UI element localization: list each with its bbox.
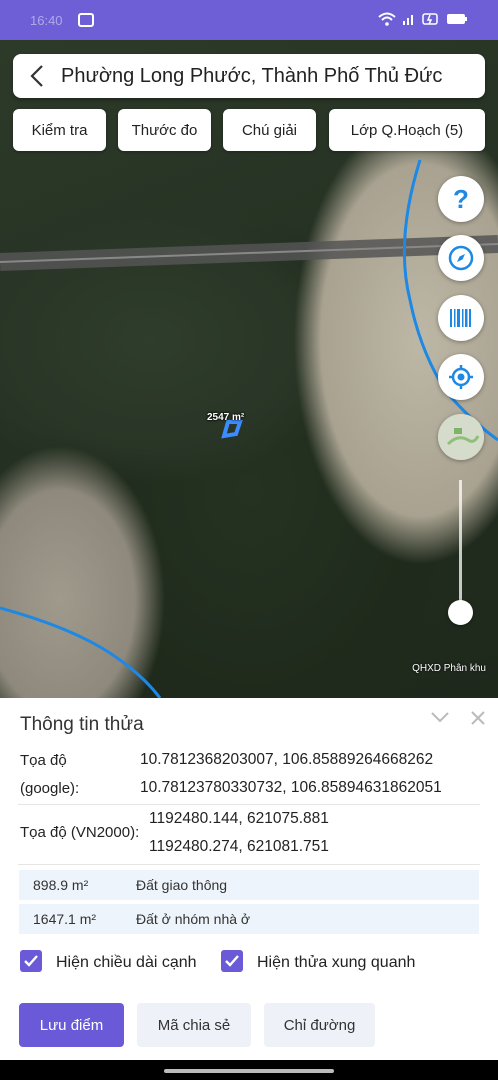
status-time: 16:40 [30,13,63,28]
show-neighbors-checkbox[interactable] [221,950,243,972]
my-location-button[interactable] [438,354,484,400]
vn2000-coord-value-1: 1192480.144, 621075.881 [149,810,329,827]
zoom-track [459,480,462,610]
help-icon: ? [453,183,469,214]
map-layer-icon [438,414,484,460]
google-coord-label-line1: Tọa độ [20,752,67,769]
compass-button[interactable] [438,235,484,281]
panel-title: Thông tin thửa [20,714,144,735]
collapse-chevron-icon[interactable] [430,710,450,724]
check-icon [24,955,38,967]
close-icon[interactable] [470,710,486,726]
location-header: Phường Long Phước, Thành Phố Thủ Đức [13,54,485,98]
help-button[interactable]: ? [438,176,484,222]
land-use-row: 898.9 m² Đất giao thông [19,870,479,900]
divider [18,864,480,865]
screenshot-icon [78,13,94,27]
land-use-type: Đất giao thông [136,877,228,893]
my-location-icon [449,365,473,389]
save-point-button[interactable]: Lưu điểm [19,1003,124,1047]
show-neighbors-label[interactable]: Hiện thửa xung quanh [257,954,415,972]
land-use-area: 898.9 m² [33,877,89,893]
land-use-row: 1647.1 m² Đất ở nhóm nhà ở [19,904,479,934]
divider [18,804,480,805]
planning-layers-button[interactable]: Lớp Q.Hoạch (5) [329,109,485,151]
battery-icon [447,14,467,24]
map-layer-label: QHXD Phân khu [412,663,486,674]
ruler-button[interactable]: Thước đo [118,109,211,151]
zoom-slider-thumb[interactable] [448,600,473,625]
google-coord-value-1: 10.7812368203007, 106.85889264668262 [140,751,434,768]
map-layer-button[interactable] [438,414,484,460]
charging-icon [422,13,438,25]
signal-icon [403,15,413,25]
show-edge-length-checkbox[interactable] [20,950,42,972]
vn2000-coord-label: Tọa độ (VN2000): [20,824,140,841]
home-gesture-handle[interactable] [164,1069,334,1073]
back-arrow-icon[interactable] [13,54,61,98]
google-coord-value-2: 10.78123780330732, 106.85894631862051 [140,779,442,796]
check-button[interactable]: Kiểm tra [13,109,106,151]
compass-icon [448,245,474,271]
show-edge-length-label[interactable]: Hiện chiều dài cạnh [56,954,197,972]
parcel-area-label: 2547 m² [207,412,245,423]
google-coord-label-line2: (google): [20,780,80,797]
barcode-button[interactable] [438,295,484,341]
directions-button[interactable]: Chỉ đường [264,1003,375,1047]
status-bar: 16:40 [0,0,498,40]
parcel-shape [221,420,243,439]
land-use-area: 1647.1 m² [33,911,97,927]
barcode-icon [450,309,471,327]
share-code-button[interactable]: Mã chia sẻ [137,1003,251,1047]
location-title: Phường Long Phước, Thành Phố Thủ Đức [61,64,443,87]
check-icon [225,955,239,967]
status-icons [378,12,468,26]
vn2000-coord-value-2: 1192480.274, 621081.751 [149,838,329,855]
river-boundary-line-left [0,606,162,698]
land-use-type: Đất ở nhóm nhà ở [136,911,251,927]
legend-button[interactable]: Chú giải [223,109,316,151]
wifi-icon [378,12,396,26]
